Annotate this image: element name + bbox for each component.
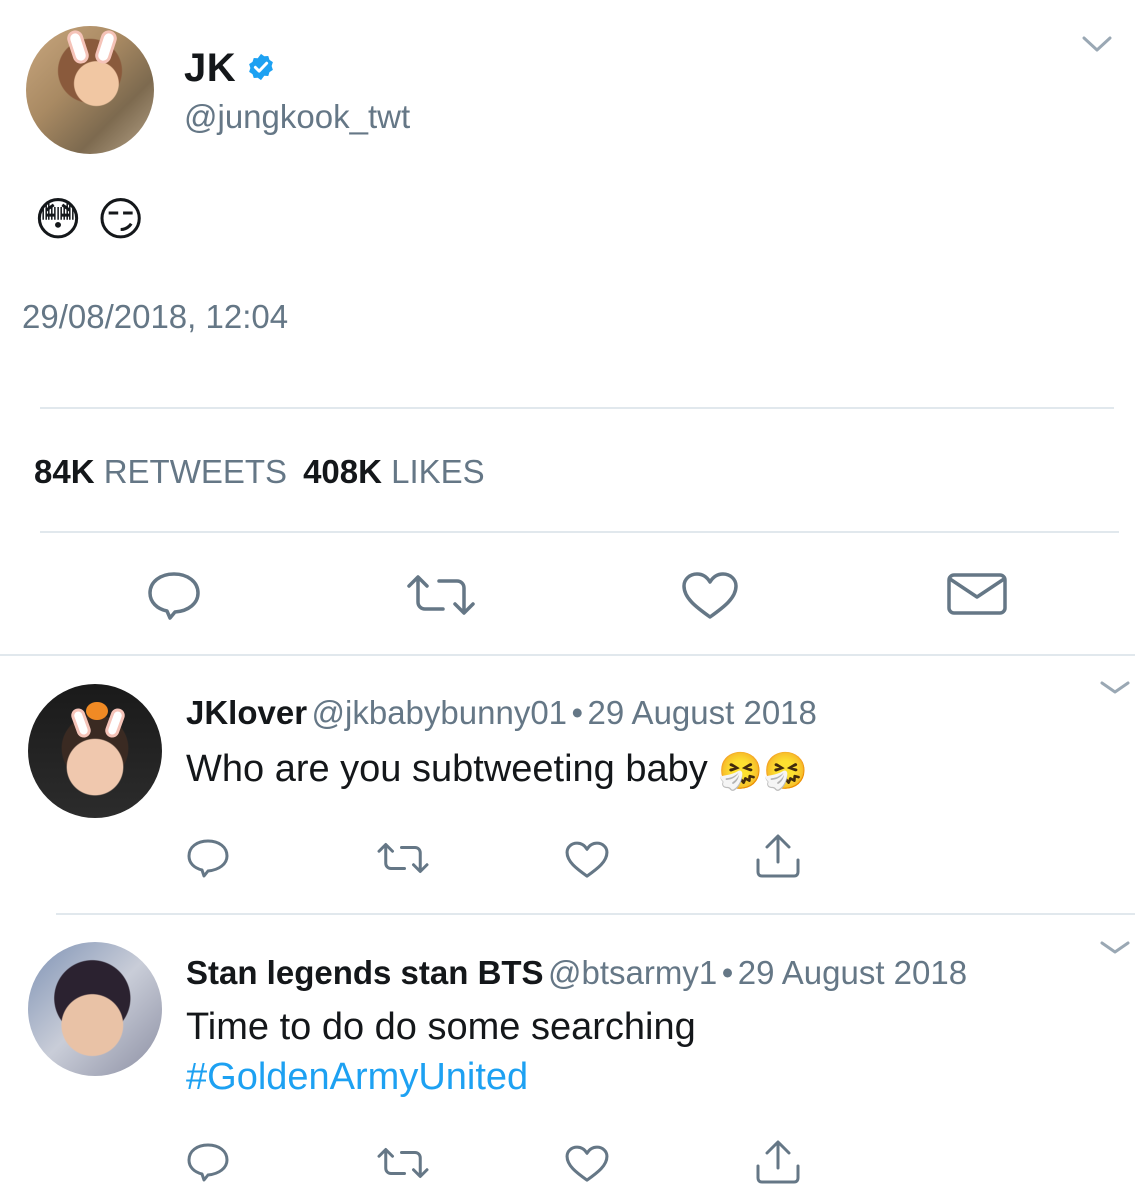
reply-avatar[interactable] (28, 942, 162, 1076)
reply-body: Time to do do some searching (186, 1006, 696, 1048)
reply-date[interactable]: 29 August 2018 (738, 954, 967, 991)
author-name[interactable]: JK (184, 46, 236, 91)
divider (40, 407, 1114, 409)
heart-icon[interactable] (564, 840, 610, 880)
divider (56, 913, 1135, 915)
reply-author-handle[interactable]: @btsarmy1 (548, 954, 717, 991)
bunny-ear-decoration (65, 28, 91, 66)
reply-author-name[interactable]: JKlover (186, 694, 307, 731)
mail-icon[interactable] (946, 572, 1008, 616)
author-handle[interactable]: @jungkook_twt (184, 98, 410, 136)
likes-label[interactable]: LIKES (391, 453, 485, 490)
retweet-icon[interactable] (405, 572, 477, 618)
reply-icon[interactable] (186, 1142, 230, 1182)
reply-text: Who are you subtweeting baby 🤧🤧 (186, 748, 808, 792)
reply-author-name[interactable]: Stan legends stan BTS (186, 954, 544, 991)
chevron-down-icon[interactable] (1100, 680, 1130, 700)
heart-icon[interactable] (564, 1144, 610, 1184)
reply-icon[interactable] (186, 838, 230, 878)
share-icon[interactable] (754, 1138, 802, 1186)
divider (0, 654, 1135, 656)
retweet-icon[interactable] (376, 1145, 430, 1181)
reply-body: Who are you subtweeting baby (186, 748, 708, 790)
heart-icon[interactable] (680, 571, 740, 621)
tweet-stats: 84K RETWEETS 408K LIKES (34, 453, 485, 491)
chevron-down-icon[interactable] (1100, 940, 1130, 960)
hashtag-link[interactable]: #GoldenArmyUnited (186, 1056, 528, 1099)
reply-header: Stan legends stan BTS @btsarmy1 • 29 Aug… (186, 954, 967, 992)
tweet-text: 😳 😏 (34, 192, 145, 246)
reply-date[interactable]: 29 August 2018 (588, 694, 817, 731)
share-icon[interactable] (754, 832, 802, 880)
reply-avatar[interactable] (28, 684, 162, 818)
retweets-count[interactable]: 84K (34, 453, 95, 490)
tweet-timestamp[interactable]: 29/08/2018, 12:04 (22, 298, 288, 336)
main-avatar[interactable] (26, 26, 154, 154)
divider (40, 531, 1119, 533)
reply-author-handle[interactable]: @jkbabybunny01 (312, 694, 568, 731)
retweets-label[interactable]: RETWEETS (104, 453, 287, 490)
meta-separator: • (721, 954, 734, 991)
reply-emoji: 🤧🤧 (718, 751, 808, 792)
pumpkin-decoration (86, 702, 108, 720)
retweet-icon[interactable] (376, 840, 430, 876)
chevron-down-icon[interactable] (1082, 34, 1112, 54)
likes-count[interactable]: 408K (303, 453, 382, 490)
bunny-ear-decoration (93, 28, 119, 66)
reply-header: JKlover @jkbabybunny01 • 29 August 2018 (186, 694, 817, 732)
verified-badge-icon (246, 52, 276, 82)
reply-icon[interactable] (146, 570, 202, 620)
meta-separator: • (571, 694, 584, 731)
